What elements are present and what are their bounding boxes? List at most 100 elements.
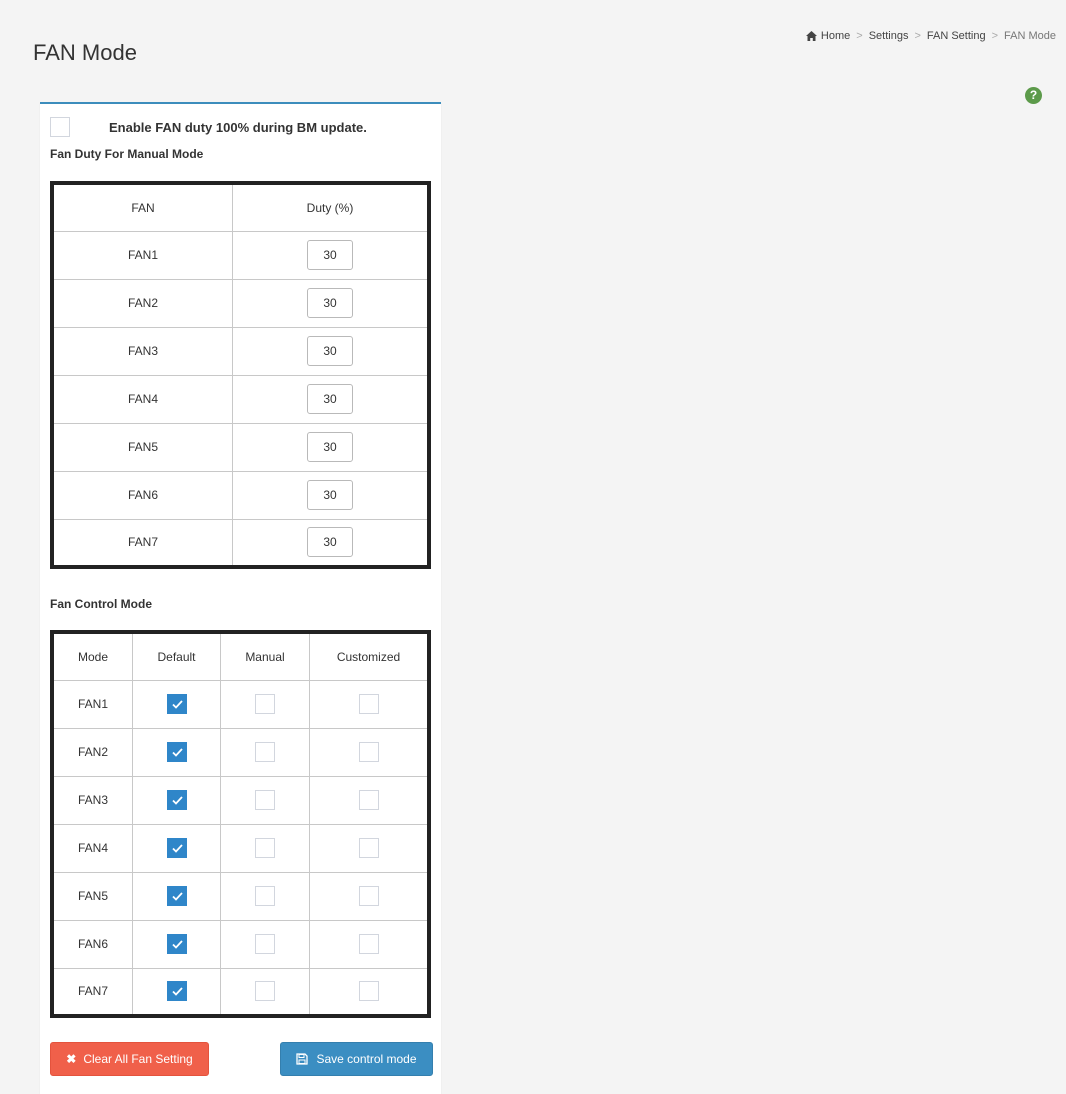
manual-mode-checkbox[interactable] [255,934,275,954]
manual-mode-checkbox[interactable] [255,694,275,714]
fan-name-cell: FAN5 [51,422,233,472]
manual-duty-table: FAN Duty (%) FAN1FAN2FAN3FAN4FAN5FAN6FAN… [50,181,431,569]
save-icon [296,1053,309,1065]
customized-mode-checkbox[interactable] [358,694,379,714]
table-header-row: FAN Duty (%) [51,182,430,232]
manual-mode-section-label: Fan Duty For Manual Mode [50,147,204,161]
customized-mode-checkbox-wrapper [358,886,379,906]
default-mode-cell [132,967,221,1017]
customized-mode-cell [309,919,430,969]
manual-column-header: Manual [220,631,310,681]
table-row: FAN4 [51,823,430,873]
default-mode-cell [132,823,221,873]
table-row: FAN1 [51,679,430,729]
control-mode-section-label: Fan Control Mode [50,597,152,611]
duty-cell [232,278,430,328]
duty-input[interactable] [307,240,353,270]
table-row: FAN6 [51,470,430,520]
manual-mode-cell [220,871,310,921]
customized-mode-checkbox[interactable] [358,981,379,1002]
default-mode-checkbox[interactable] [166,934,187,954]
home-icon [805,31,817,41]
customized-mode-cell [309,679,430,729]
default-mode-checkbox-wrapper [166,790,187,810]
mode-column-header: Mode [51,631,133,681]
help-icon[interactable]: ? [1025,87,1042,104]
customized-mode-cell [309,775,430,825]
manual-mode-checkbox-wrapper [255,934,275,954]
manual-mode-checkbox[interactable] [255,981,275,1002]
fan-name-cell: FAN2 [51,278,233,328]
duty-cell [232,230,430,280]
default-mode-checkbox[interactable] [166,694,187,714]
fan-name-cell: FAN6 [51,919,133,969]
default-mode-cell [132,919,221,969]
default-mode-checkbox-wrapper [166,838,187,858]
duty-cell [232,326,430,376]
manual-mode-checkbox[interactable] [255,838,275,858]
breadcrumb-settings[interactable]: Settings [869,30,909,42]
table-row: FAN1 [51,230,430,280]
table-row: FAN3 [51,775,430,825]
duty-cell [232,422,430,472]
manual-mode-cell [220,679,310,729]
duty-input[interactable] [307,288,353,318]
default-mode-checkbox[interactable] [166,886,187,906]
manual-mode-cell [220,775,310,825]
close-icon: ✖ [66,1052,77,1066]
manual-mode-cell [220,823,310,873]
manual-mode-cell [220,727,310,777]
customized-mode-checkbox-wrapper [358,981,379,1002]
duty-cell [232,518,430,568]
table-row: FAN2 [51,278,430,328]
clear-button-label: Clear All Fan Setting [83,1052,193,1066]
breadcrumb-separator: > [991,30,999,42]
customized-mode-checkbox[interactable] [358,742,379,762]
table-row: FAN5 [51,422,430,472]
fan-name-cell: FAN1 [51,230,233,280]
default-mode-checkbox[interactable] [166,742,187,762]
manual-mode-checkbox-wrapper [255,790,275,810]
save-control-mode-button[interactable]: Save control mode [280,1042,433,1076]
customized-mode-checkbox[interactable] [358,886,379,906]
duty-input[interactable] [307,480,353,510]
fan-name-cell: FAN3 [51,326,233,376]
manual-mode-checkbox[interactable] [255,742,275,762]
default-mode-checkbox[interactable] [166,790,187,810]
customized-mode-checkbox-wrapper [358,790,379,810]
duty-input[interactable] [307,432,353,462]
manual-mode-checkbox-wrapper [255,886,275,906]
duty-input[interactable] [307,384,353,414]
duty-cell [232,470,430,520]
fan-name-cell: FAN1 [51,679,133,729]
default-mode-checkbox-wrapper [166,694,187,714]
breadcrumb-fan-setting[interactable]: FAN Setting [927,30,986,42]
table-row: FAN3 [51,326,430,376]
breadcrumb: Home > Settings > FAN Setting > FAN Mode [805,30,1056,42]
page-title: FAN Mode [33,40,137,65]
default-mode-cell [132,775,221,825]
fan-name-cell: FAN7 [51,518,233,568]
default-column-header: Default [132,631,221,681]
customized-mode-cell [309,967,430,1017]
table-row: FAN5 [51,871,430,921]
breadcrumb-current: FAN Mode [1004,30,1056,42]
duty-input[interactable] [307,527,353,558]
table-row: FAN7 [51,518,430,568]
customized-mode-checkbox-wrapper [358,694,379,714]
default-mode-checkbox[interactable] [166,838,187,858]
default-mode-checkbox[interactable] [166,981,187,1002]
enable-fan-duty-label: Enable FAN duty 100% during BM update. [109,120,367,135]
enable-fan-duty-checkbox[interactable] [50,117,70,137]
customized-mode-checkbox[interactable] [358,838,379,858]
default-mode-checkbox-wrapper [166,981,187,1002]
manual-mode-checkbox[interactable] [255,790,275,810]
table-row: FAN6 [51,919,430,969]
clear-all-fan-setting-button[interactable]: ✖ Clear All Fan Setting [50,1042,209,1076]
breadcrumb-home[interactable]: Home [821,30,850,42]
duty-input[interactable] [307,336,353,366]
customized-mode-checkbox[interactable] [358,790,379,810]
customized-mode-checkbox[interactable] [358,934,379,954]
manual-mode-checkbox-wrapper [255,742,275,762]
manual-mode-checkbox[interactable] [255,886,275,906]
